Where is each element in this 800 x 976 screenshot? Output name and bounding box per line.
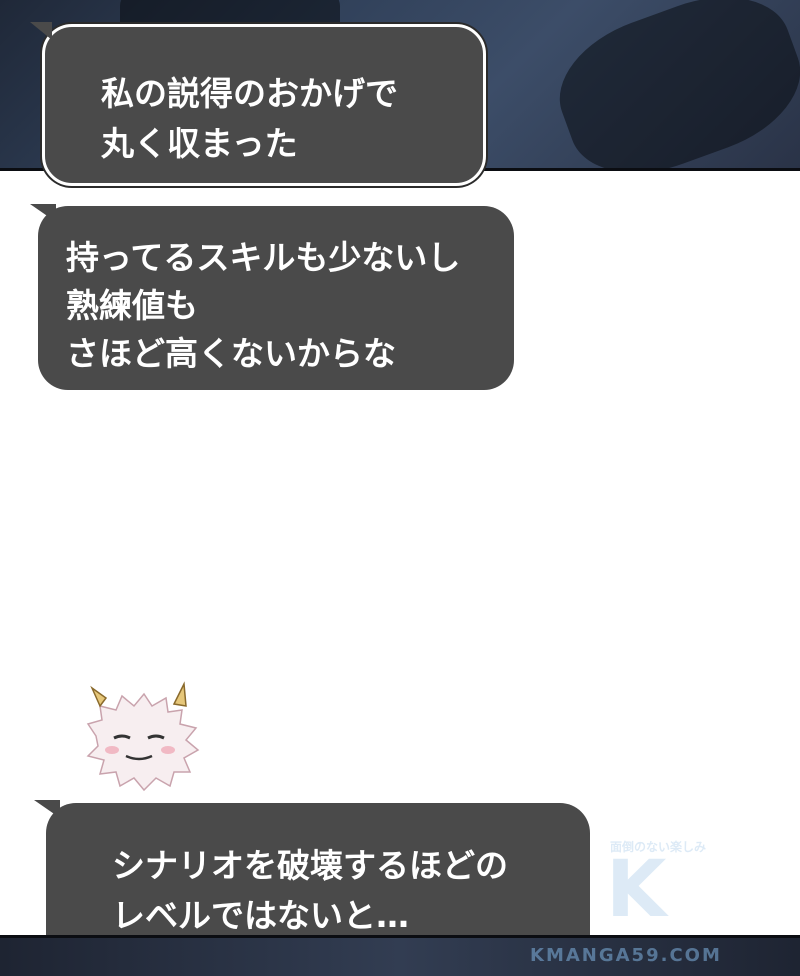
- watermark: 面倒のない楽しみ K: [606, 838, 726, 934]
- bubble-line: シナリオを破壊するほどの: [112, 846, 508, 885]
- bubble-line: レベルではないと…: [112, 896, 409, 935]
- fluffy-creature-illustration: [86, 681, 200, 792]
- bubble-tail: [30, 22, 52, 40]
- bubble-tail: [30, 204, 56, 222]
- speech-bubble-top: 私の説得のおかげで 丸く収まった: [42, 24, 486, 186]
- bubble-line: 私の説得のおかげで: [101, 74, 398, 113]
- right-horn-icon: [172, 681, 187, 707]
- speech-bubble-middle: 持ってるスキルも少ないし 熟練値も さほど高くないからな: [38, 206, 514, 390]
- creature-shadow: [541, 0, 800, 168]
- watermark-logo: K: [606, 845, 667, 935]
- bubble-line: さほど高くないからな: [66, 334, 396, 373]
- bubble-line: 熟練値も: [66, 286, 198, 325]
- watermark-url: KMANGA59.COM: [530, 945, 722, 966]
- left-horn-icon: [90, 685, 108, 708]
- bubble-tail: [34, 800, 60, 818]
- bubble-line: 持ってるスキルも少ないし: [66, 238, 461, 277]
- bubble-line: 丸く収まった: [101, 124, 298, 163]
